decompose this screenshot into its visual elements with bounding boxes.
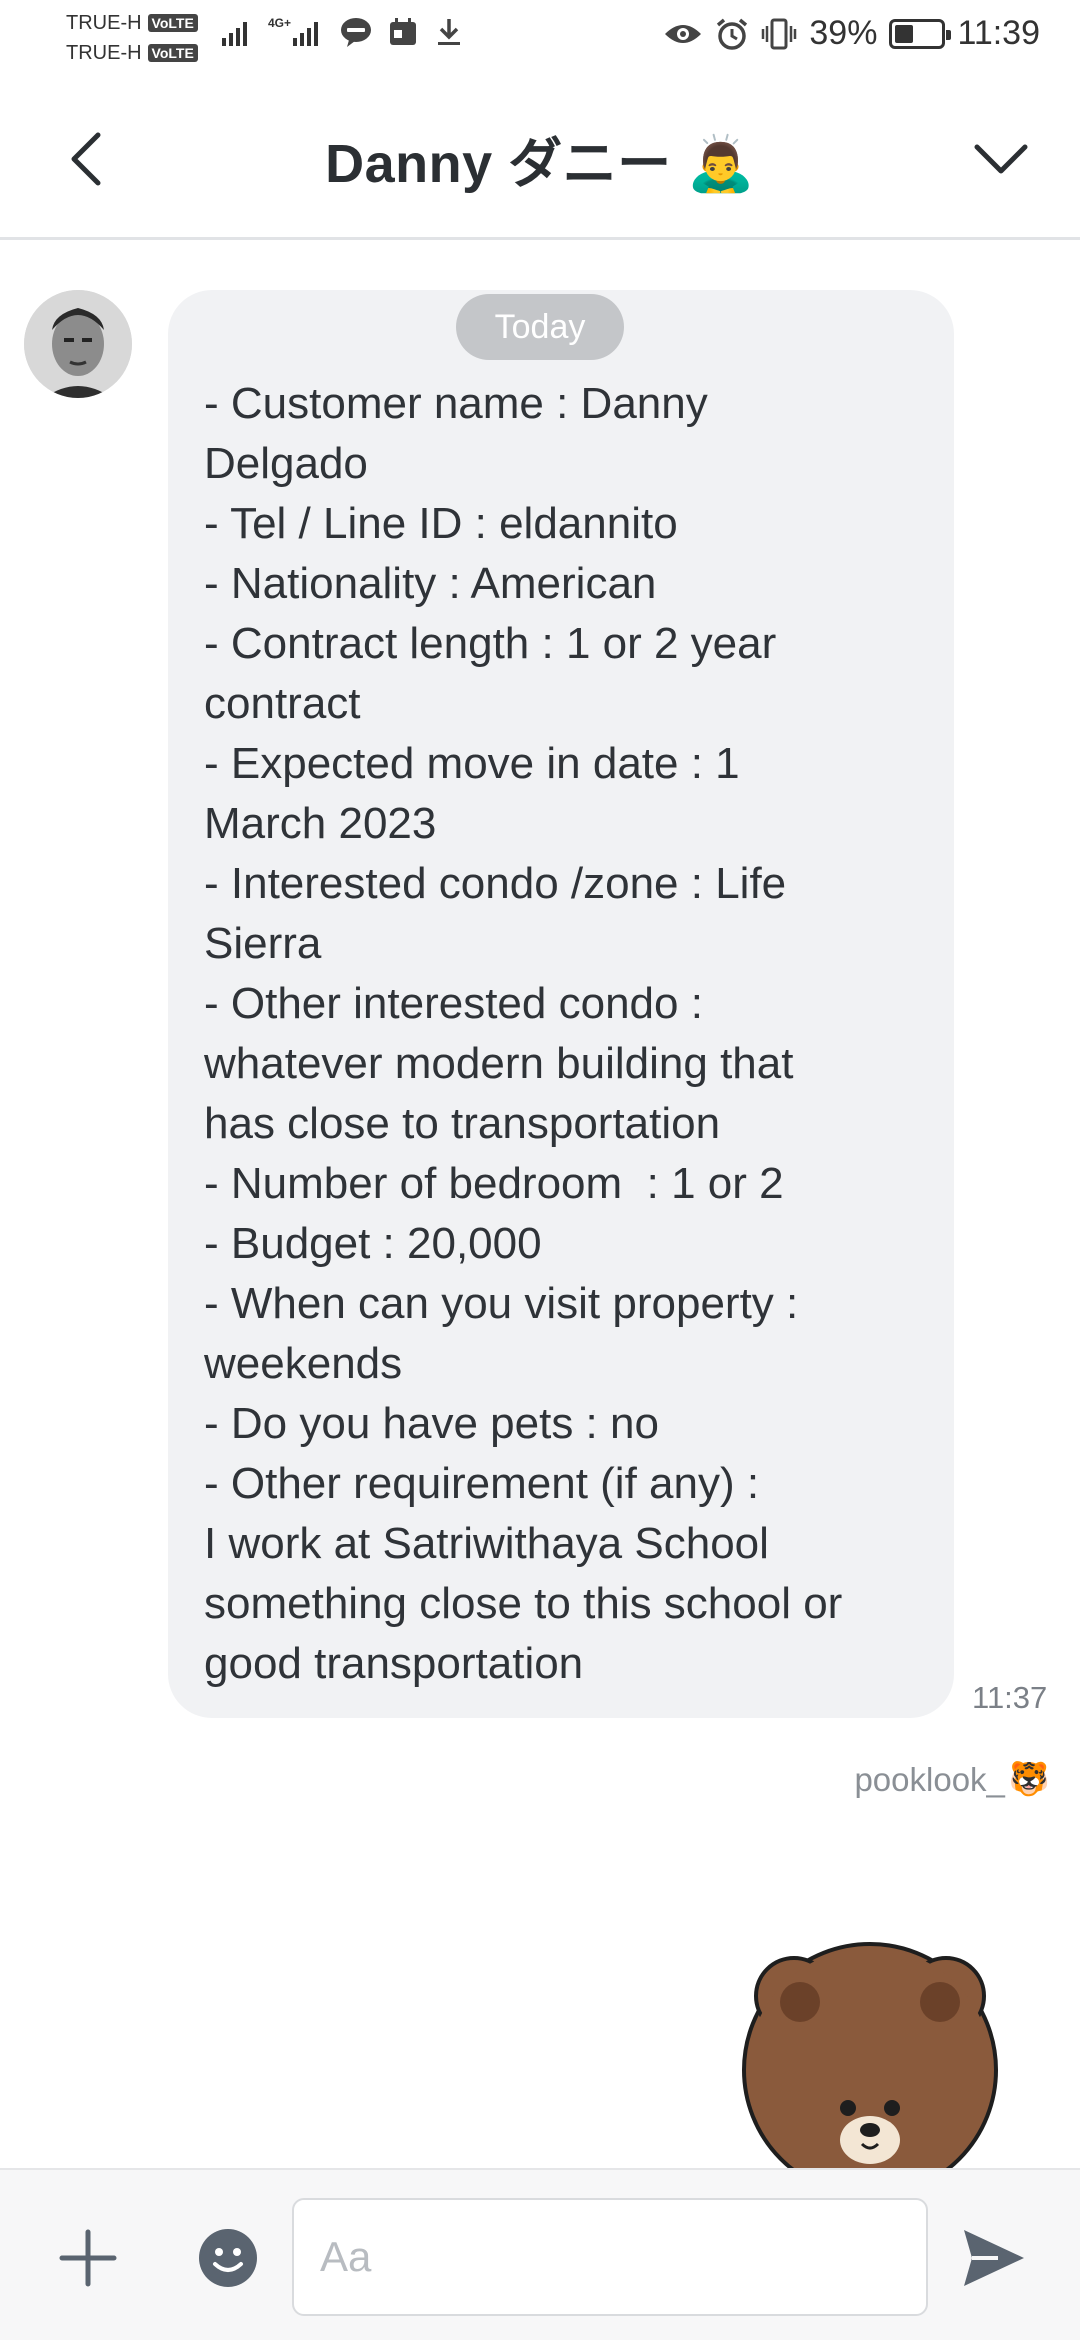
chat-header: Danny ダニー 🙇‍♂️	[0, 80, 1080, 240]
message-line: - Other requirement (if any) :	[204, 1459, 760, 1508]
message-line: March 2023	[204, 799, 437, 848]
signal-bars-icon	[293, 22, 319, 46]
sender-label: pooklook_ 🐯	[854, 1760, 1050, 1799]
message-line: - Tel / Line ID : eldannito	[204, 499, 678, 548]
signal-icon	[222, 22, 247, 46]
battery-icon	[889, 18, 952, 49]
vibrate-icon	[762, 18, 797, 49]
chevron-left-icon	[71, 132, 101, 186]
message-line: - Budget : 20,000	[204, 1219, 542, 1268]
back-button[interactable]	[56, 124, 116, 194]
message-line: - Number of bedroom : 1 or 2	[204, 1159, 784, 1208]
message-line: contract	[204, 679, 361, 728]
carrier-1-label: TRUE-H	[66, 12, 142, 34]
plus-icon	[59, 2229, 117, 2287]
carrier-row-1: TRUE-H VoLTE	[66, 8, 198, 38]
send-icon	[964, 2230, 1024, 2286]
status-bar: TRUE-H VoLTE TRUE-H VoLTE 4G+ 39% 11:39	[0, 0, 1080, 80]
bear-sticker[interactable]	[740, 1940, 1000, 2170]
status-time: 11:39	[957, 14, 1040, 52]
alarm-icon	[717, 18, 748, 50]
add-attachment-button[interactable]	[56, 2226, 120, 2290]
message-line: has close to transportation	[204, 1099, 721, 1148]
message-timestamp: 11:37	[972, 1680, 1048, 1715]
signal-4g-icon: 4G+	[268, 16, 325, 48]
message-line: - Contract length : 1 or 2 year	[204, 619, 777, 668]
battery-level-fill	[895, 24, 913, 43]
line-app-icon	[341, 18, 372, 47]
carrier-2-label: TRUE-H	[66, 42, 142, 64]
smiley-icon	[199, 2229, 257, 2287]
chevron-down-icon	[974, 144, 1028, 174]
message-line: I work at Satriwithaya School	[204, 1519, 769, 1568]
message-bubble[interactable]: - Customer name : Danny Delgado - Tel / Li…	[168, 290, 954, 1718]
date-chip: Today	[456, 294, 624, 360]
status-left-icons: 4G+	[220, 16, 465, 48]
emoji-button[interactable]	[196, 2226, 260, 2290]
message-input-bar	[0, 2168, 1080, 2340]
message-line: - Other interested condo :	[204, 979, 703, 1028]
message-line: Delgado	[204, 439, 368, 488]
message-line: weekends	[204, 1339, 403, 1388]
message-line: - Interested condo /zone : Life	[204, 859, 787, 908]
volte-badge-2: VoLTE	[147, 44, 198, 62]
calendar-icon	[390, 18, 417, 45]
send-button[interactable]	[958, 2222, 1030, 2294]
message-line: - When can you visit property :	[204, 1279, 799, 1328]
message-line: - Do you have pets : no	[204, 1399, 659, 1448]
brown-bear-icon	[742, 1942, 998, 2170]
message-input[interactable]	[292, 2198, 928, 2316]
carrier-info: TRUE-H VoLTE TRUE-H VoLTE	[66, 8, 198, 68]
sender-name: pooklook_	[854, 1760, 1005, 1798]
message-line: something close to this school or	[204, 1579, 843, 1628]
status-right: 39% 11:39	[663, 14, 1040, 53]
network-badge: 4G+	[268, 16, 292, 30]
eye-icon	[665, 24, 702, 43]
avatar-photo	[24, 290, 132, 398]
message-line: good transportation	[204, 1639, 584, 1688]
tiger-emoji-icon: 🐯	[1008, 1760, 1050, 1797]
volte-badge-1: VoLTE	[147, 14, 198, 32]
message-text: - Customer name : Danny Delgado - Tel / Li…	[204, 374, 920, 1694]
message-line: Sierra	[204, 919, 322, 968]
message-line: - Expected move in date : 1	[204, 739, 740, 788]
message-line: whatever modern building that	[204, 1039, 794, 1088]
message-line: - Nationality : American	[204, 559, 657, 608]
message-line: - Customer name : Danny	[204, 379, 708, 428]
battery-percent: 39%	[809, 14, 878, 52]
collapse-menu-button[interactable]	[966, 124, 1036, 194]
download-icon	[438, 19, 461, 45]
chat-title: Danny ダニー 🙇‍♂️	[325, 134, 755, 194]
contact-avatar[interactable]	[24, 290, 132, 398]
carrier-row-2: TRUE-H VoLTE	[66, 38, 198, 68]
